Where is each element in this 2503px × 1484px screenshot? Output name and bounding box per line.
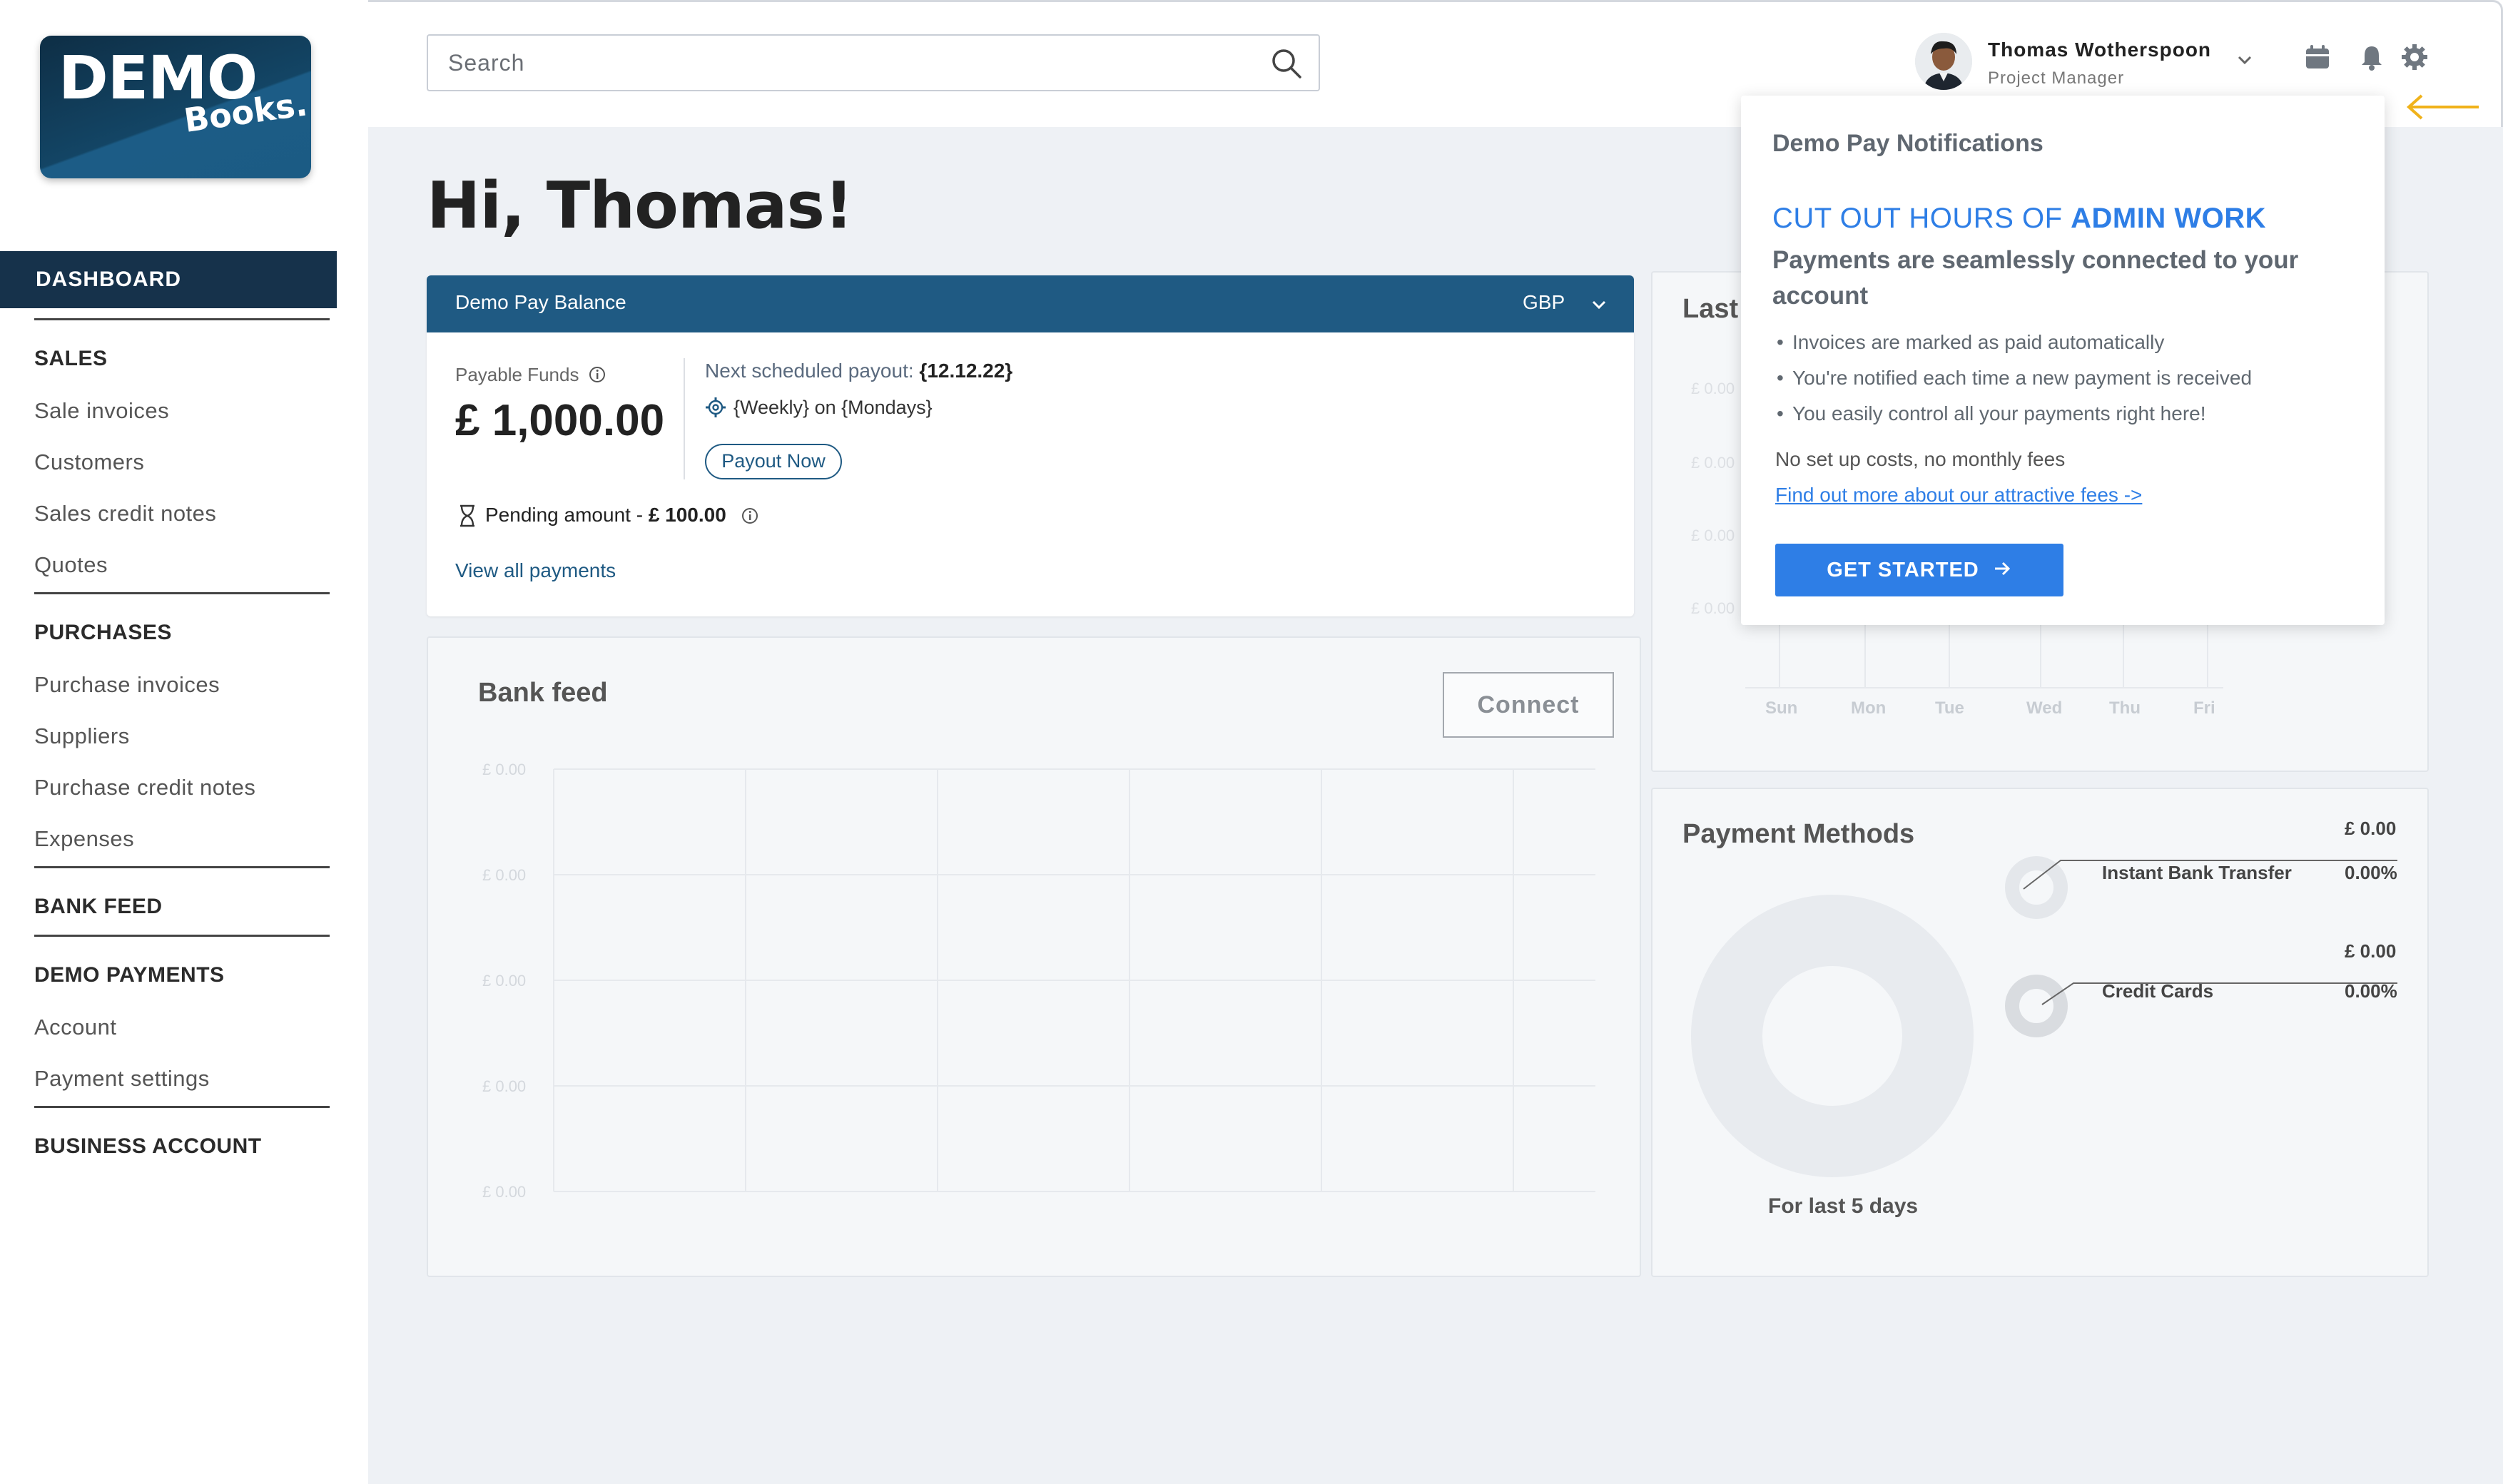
x-tick-label: Mon	[1851, 698, 1886, 718]
notifications-popup: Demo Pay Notifications CUT OUT HOURS OF …	[1741, 96, 2385, 625]
pending-amount: Pending amount - £ 100.00	[485, 504, 726, 527]
user-name[interactable]: Thomas Wotherspoon	[1988, 39, 2211, 61]
y-tick-label: £ 0.00	[482, 761, 526, 778]
chevron-down-icon[interactable]	[1590, 295, 1608, 314]
search-box[interactable]: Search	[427, 34, 1320, 91]
get-started-button[interactable]: GET STARTED	[1775, 544, 2063, 596]
info-icon[interactable]	[588, 365, 606, 384]
payment-methods-card: Payment Methods For last 5 days £ 0.00 In…	[1651, 788, 2429, 1277]
sidebar-divider	[34, 592, 330, 594]
sidebar-heading-purchases[interactable]: PURCHASES	[34, 621, 172, 645]
info-icon[interactable]	[741, 507, 759, 525]
y-tick-label: £ 0.00	[1691, 599, 1735, 617]
y-tick-label: £ 0.00	[1691, 380, 1735, 397]
page-title: Hi, Thomas!	[427, 168, 853, 243]
calendar-icon[interactable]	[2303, 43, 2332, 71]
y-tick-label: £ 0.00	[482, 1077, 526, 1095]
search-icon[interactable]	[1270, 47, 1303, 80]
balance-card: Demo Pay Balance GBP Payable Funds £ 1,0…	[427, 275, 1634, 616]
payable-funds-label: Payable Funds	[455, 364, 579, 385]
hourglass-icon	[460, 504, 474, 527]
y-tick-label: £ 0.00	[482, 972, 526, 990]
fees-link[interactable]: Find out more about our attractive fees …	[1775, 484, 2142, 507]
y-tick-label: £ 0.00	[482, 1183, 526, 1201]
y-tick-label: £ 0.00	[482, 866, 526, 884]
divider	[684, 358, 685, 479]
pending-amount-value: £ 100.00	[648, 504, 726, 526]
list-item: • You're notified each time a new payment…	[1777, 367, 2253, 389]
sidebar-heading-business-account[interactable]: BUSINESS ACCOUNT	[34, 1134, 262, 1159]
arrow-right-icon	[1994, 562, 2010, 576]
user-role: Project Manager	[1988, 68, 2125, 88]
payout-schedule: {Weekly} on {Mondays}	[733, 397, 933, 418]
x-tick-label: Tue	[1935, 698, 1964, 718]
notification-headline-bold: ADMIN WORK	[2071, 203, 2267, 234]
connect-button[interactable]: Connect	[1443, 672, 1614, 738]
pending-amount-label: Pending amount -	[485, 504, 649, 526]
sidebar: DEMO Books. DASHBOARD SALES Sale invoices…	[0, 0, 368, 1484]
sidebar-item-account[interactable]: Account	[34, 1015, 117, 1040]
sidebar-item-customers[interactable]: Customers	[34, 449, 144, 475]
gear-icon	[706, 397, 726, 417]
sidebar-item-quotes[interactable]: Quotes	[34, 552, 108, 578]
sidebar-divider	[34, 318, 330, 320]
sidebar-heading-bank-feed[interactable]: BANK FEED	[34, 895, 163, 919]
view-all-payments-link[interactable]: View all payments	[455, 559, 616, 582]
x-tick-label: Fri	[2193, 698, 2215, 718]
avatar-image	[1915, 33, 1972, 90]
next-payout-date: {12.12.22}	[919, 360, 1013, 382]
payment-methods-list: £ 0.00 Instant Bank Transfer 0.00% £ 0.00 Cr…	[1652, 789, 2430, 1279]
currency-select[interactable]: GBP	[1523, 291, 1565, 314]
arrow-left-icon	[2406, 94, 2479, 120]
sidebar-divider	[34, 866, 330, 868]
x-tick-label: Wed	[2026, 698, 2062, 718]
y-tick-label: £ 0.00	[1691, 527, 1735, 544]
brand-logo[interactable]: DEMO Books.	[40, 36, 311, 178]
y-tick-label: £ 0.00	[1691, 454, 1735, 472]
no-fees-text: No set up costs, no monthly fees	[1775, 448, 2066, 470]
balance-title: Demo Pay Balance	[455, 291, 626, 313]
x-tick-label: Thu	[2109, 698, 2141, 718]
bank-feed-card: £ 0.00 £ 0.00 £ 0.00 £ 0.00 £ 0.00 Bank feed…	[427, 636, 1641, 1277]
notification-subheadline: Payments are seamlessly connected to you…	[1772, 246, 2299, 310]
sidebar-heading-demo-payments[interactable]: DEMO PAYMENTS	[34, 963, 225, 987]
payout-now-button[interactable]: Payout Now	[705, 444, 842, 479]
avatar[interactable]	[1915, 33, 1972, 90]
payable-funds-value: £ 1,000.00	[455, 396, 665, 445]
notification-headline-prefix: CUT OUT HOURS OF	[1772, 203, 2071, 234]
sidebar-heading-sales[interactable]: SALES	[34, 347, 108, 371]
payment-method-mini-donut	[2005, 975, 2397, 1037]
search-input[interactable]: Search	[448, 50, 524, 76]
chevron-down-icon[interactable]	[2235, 50, 2255, 70]
notification-headline: CUT OUT HOURS OF ADMIN WORK	[1772, 203, 2266, 235]
bell-icon[interactable]	[2357, 43, 2386, 71]
bullet-text: Invoices are marked as paid automaticall…	[1792, 331, 2165, 353]
notifications-title: Demo Pay Notifications	[1772, 130, 2043, 157]
next-payout-label: Next scheduled payout:	[705, 360, 914, 382]
sidebar-item-sale-invoices[interactable]: Sale invoices	[34, 398, 169, 424]
sidebar-item-purchase-invoices[interactable]: Purchase invoices	[34, 672, 220, 698]
next-payout: Next scheduled payout: {12.12.22}	[705, 360, 1012, 382]
list-item: • Invoices are marked as paid automatical…	[1777, 331, 2165, 353]
balance-card-header: Demo Pay Balance GBP	[427, 275, 1634, 332]
sidebar-item-suppliers[interactable]: Suppliers	[34, 723, 130, 749]
bank-feed-title: Bank feed	[478, 678, 608, 708]
sidebar-divider	[34, 935, 330, 937]
payment-method-mini-donut	[2005, 856, 2397, 919]
bullet-text: You're notified each time a new payment …	[1792, 367, 2253, 389]
sidebar-item-purchase-credit-notes[interactable]: Purchase credit notes	[34, 775, 255, 801]
sidebar-item-sales-credit-notes[interactable]: Sales credit notes	[34, 501, 216, 527]
get-started-label: GET STARTED	[1827, 559, 1979, 581]
sidebar-item-dashboard[interactable]: DASHBOARD	[0, 251, 337, 308]
sidebar-divider	[34, 1106, 330, 1108]
gear-icon[interactable]	[2400, 43, 2429, 71]
x-tick-label: Sun	[1765, 698, 1797, 718]
sidebar-item-expenses[interactable]: Expenses	[34, 826, 134, 852]
sidebar-item-payment-settings[interactable]: Payment settings	[34, 1066, 210, 1092]
list-item: • You easily control all your payments ri…	[1777, 402, 2206, 425]
bullet-text: You easily control all your payments rig…	[1792, 402, 2206, 425]
last-days-title: Last	[1682, 294, 1739, 324]
